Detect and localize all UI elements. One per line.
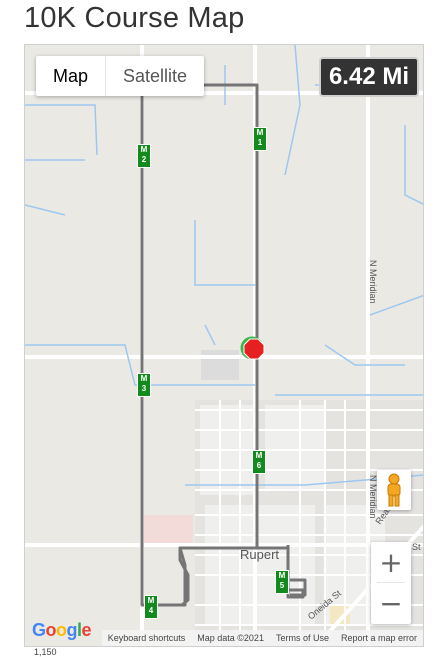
mile-marker-6[interactable]: M6 <box>252 450 266 474</box>
mile-marker-letter: M <box>256 128 264 137</box>
town-label: Rupert <box>240 547 279 562</box>
scale-text: 1,150 <box>34 647 57 657</box>
terms-of-use-link[interactable]: Terms of Use <box>276 633 329 643</box>
zoom-out-button[interactable]: − <box>371 583 411 623</box>
map-canvas[interactable]: Rupert N Meridian N Meridian Oneida St R… <box>25 45 424 647</box>
satellite-view-button[interactable]: Satellite <box>106 56 204 96</box>
mile-marker-number: 6 <box>256 461 262 470</box>
distance-badge: 6.42 Mi <box>318 57 419 97</box>
mile-marker-number: 5 <box>279 581 285 590</box>
pegman-icon <box>387 473 401 507</box>
mile-marker-3[interactable]: M3 <box>137 373 151 397</box>
hospital-area <box>143 515 193 543</box>
mile-marker-number: 2 <box>141 155 147 164</box>
map-data-text: Map data ©2021 <box>197 633 264 643</box>
street-view-pegman-button[interactable] <box>377 470 411 510</box>
google-logo[interactable]: Google <box>32 620 92 641</box>
zoom-in-button[interactable]: + <box>371 542 411 582</box>
mile-marker-1[interactable]: M1 <box>253 127 267 151</box>
mile-marker-5[interactable]: M5 <box>275 570 289 594</box>
mile-marker-2[interactable]: M2 <box>137 144 151 168</box>
mile-marker-letter: M <box>278 571 286 580</box>
map-type-control: Map Satellite <box>36 56 205 96</box>
report-map-error-link[interactable]: Report a map error <box>341 633 417 643</box>
mile-marker-4[interactable]: M4 <box>144 595 158 619</box>
town-block <box>265 405 325 490</box>
mile-marker-number: 4 <box>148 606 154 615</box>
finish-marker <box>243 338 265 360</box>
keyboard-shortcuts-link[interactable]: Keyboard shortcuts <box>108 633 186 643</box>
mile-marker-number: 1 <box>257 138 263 147</box>
course-map[interactable]: Rupert N Meridian N Meridian Oneida St R… <box>24 44 424 647</box>
town-block <box>205 505 315 625</box>
zoom-control: + − <box>371 542 411 624</box>
map-view-button[interactable]: Map <box>36 56 105 96</box>
mile-marker-letter: M <box>147 596 155 605</box>
page-title: 10K Course Map <box>24 2 245 34</box>
school-area <box>201 350 239 380</box>
road-label: N Meridian <box>368 260 378 304</box>
map-attribution: Keyboard shortcuts Map data ©2021 Terms … <box>101 630 423 646</box>
mile-marker-letter: M <box>255 451 263 460</box>
mile-marker-letter: M <box>140 374 148 383</box>
mile-marker-letter: M <box>140 145 148 154</box>
mile-marker-number: 3 <box>141 384 147 393</box>
road-label: St <box>412 542 421 552</box>
